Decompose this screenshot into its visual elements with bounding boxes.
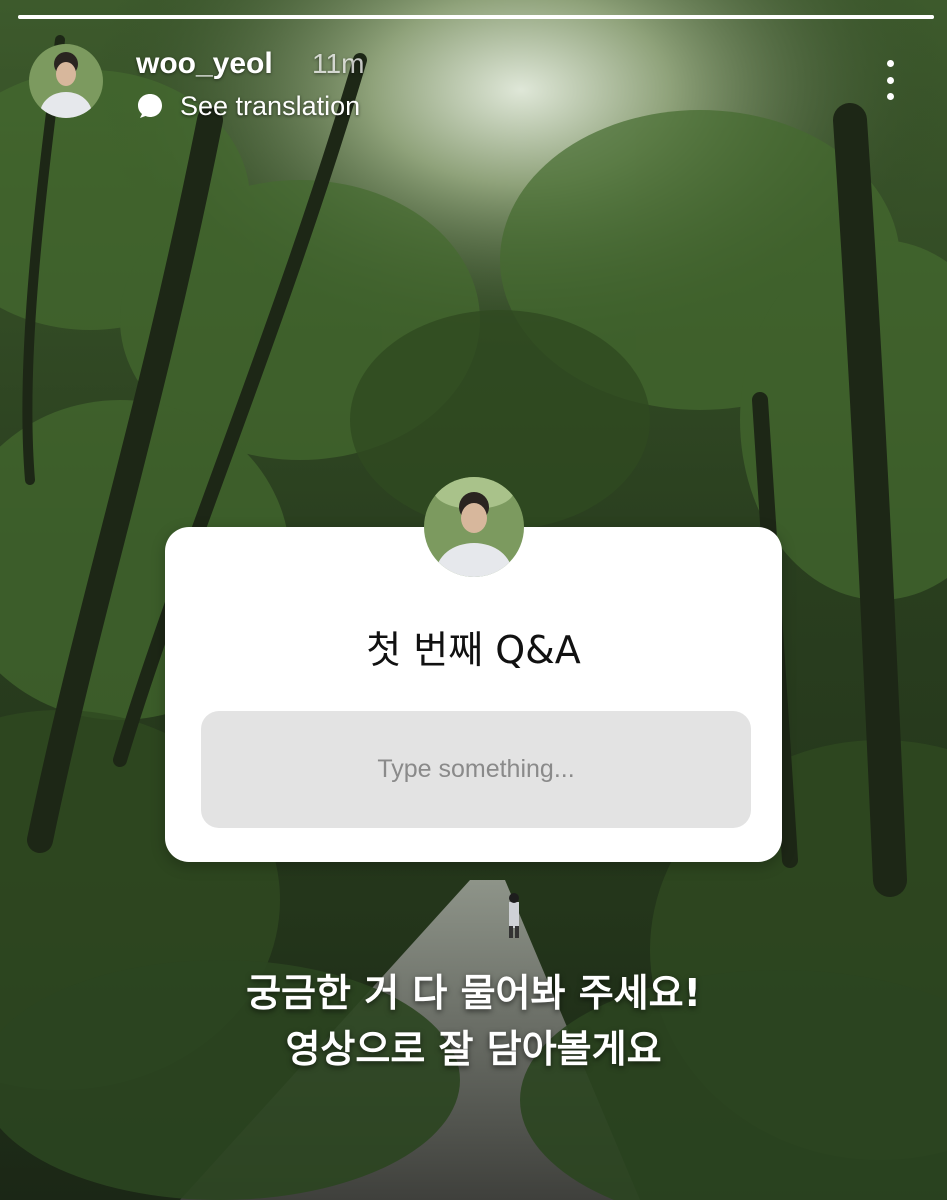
more-options-icon[interactable] (876, 58, 904, 102)
story-caption-line-1: 궁금한 거 다 물어봐 주세요! (246, 971, 701, 1015)
question-sticker[interactable]: 첫 번째 Q&A (165, 527, 782, 862)
sticker-avatar-image (424, 477, 524, 577)
question-input[interactable] (201, 711, 751, 828)
story-username[interactable]: woo_yeol (136, 46, 273, 82)
avatar-image (29, 44, 103, 118)
question-sticker-title: 첫 번째 Q&A (366, 628, 581, 672)
see-translation-button[interactable]: See translation (136, 88, 360, 124)
more-dot (886, 60, 894, 67)
profile-avatar[interactable] (29, 44, 103, 118)
speech-bubble-icon (138, 94, 162, 118)
more-dot (886, 93, 894, 100)
story-viewer[interactable]: woo_yeol 11m See translation 첫 번째 Q&A 궁금… (0, 0, 947, 1200)
see-translation-label: See translation (180, 90, 361, 121)
story-progress-bar (18, 15, 934, 19)
question-sticker-avatar (424, 477, 524, 577)
story-caption-line-2: 영상으로 잘 담아볼게요 (285, 1027, 662, 1071)
story-timestamp: 11m (312, 48, 365, 79)
more-dot (886, 76, 894, 84)
story-progress-fill (18, 15, 934, 19)
